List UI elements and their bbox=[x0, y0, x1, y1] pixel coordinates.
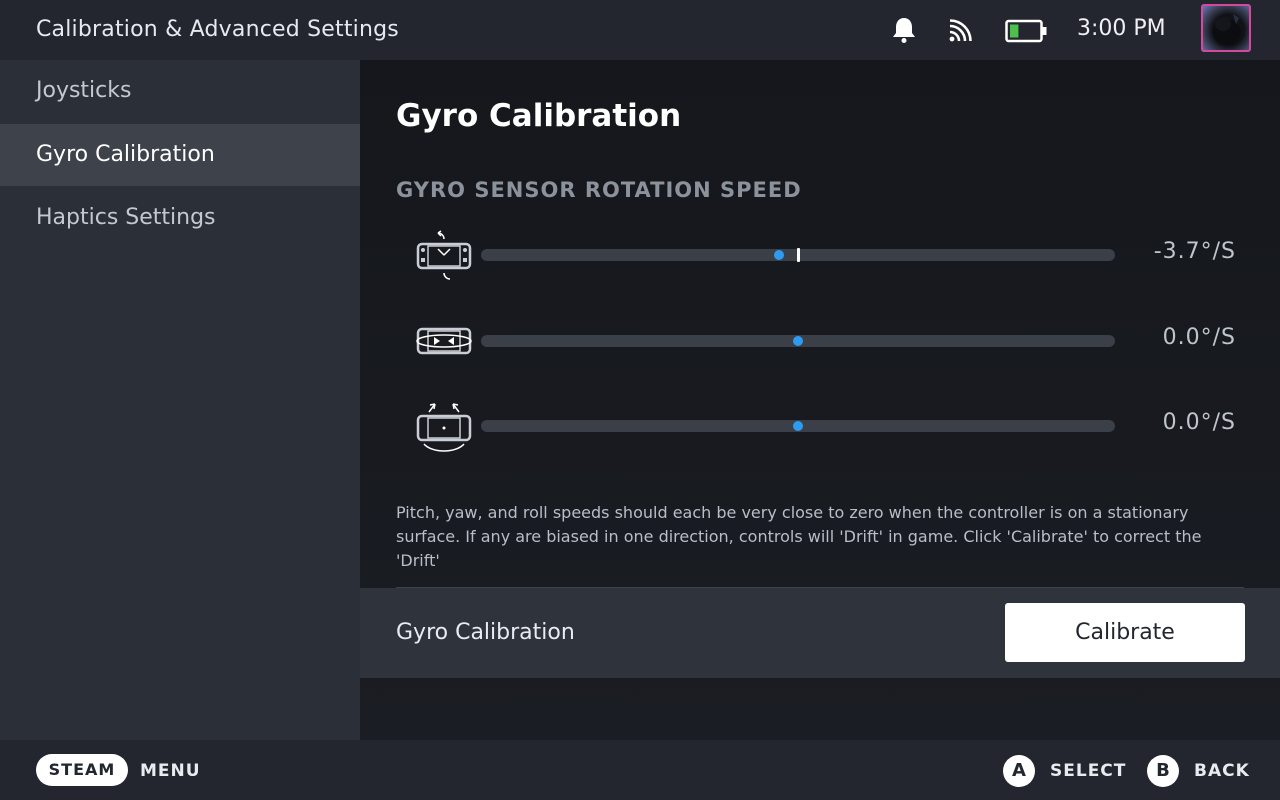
select-label: SELECT bbox=[1050, 761, 1127, 781]
back-label: BACK bbox=[1194, 761, 1250, 781]
sidebar-item-gyro-calibration[interactable]: Gyro Calibration bbox=[0, 124, 360, 186]
zero-center-mark bbox=[797, 248, 800, 262]
gyro-speed-value: 0.0°/S bbox=[1162, 325, 1236, 350]
gyro-speed-indicator bbox=[773, 250, 784, 260]
clock: 3:00 PM bbox=[1077, 16, 1166, 41]
pitch-rotation-icon bbox=[416, 230, 472, 280]
gyro-axis-row-pitch: -3.7°/S bbox=[396, 225, 1236, 285]
steam-button[interactable]: STEAM bbox=[36, 754, 128, 786]
top-bar: Calibration & Advanced Settings 3:00 PM bbox=[0, 0, 1280, 60]
gyro-speed-track bbox=[481, 420, 1115, 432]
help-text: Pitch, yaw, and roll speeds should each … bbox=[396, 503, 1202, 570]
bottom-bar: STEAM MENU A SELECT B BACK bbox=[0, 740, 1280, 800]
calibrate-button[interactable]: Calibrate bbox=[1005, 603, 1245, 662]
gyro-speed-value: -3.7°/S bbox=[1153, 239, 1236, 264]
menu-label: MENU bbox=[140, 761, 201, 781]
gyro-speed-indicator bbox=[793, 421, 803, 431]
section-label: GYRO SENSOR ROTATION SPEED bbox=[396, 178, 802, 202]
app-title: Calibration & Advanced Settings bbox=[36, 17, 399, 42]
gyro-calibration-row: Gyro Calibration Calibrate bbox=[360, 588, 1280, 678]
yaw-rotation-icon bbox=[416, 327, 472, 355]
wifi-icon[interactable] bbox=[948, 19, 972, 43]
b-button-icon[interactable]: B bbox=[1147, 755, 1179, 787]
gyro-speed-value: 0.0°/S bbox=[1162, 410, 1236, 435]
gyro-axis-row-yaw: 0.0°/S bbox=[396, 311, 1236, 371]
main-panel: Gyro Calibration GYRO SENSOR ROTATION SP… bbox=[360, 60, 1280, 740]
sidebar-item-haptics-settings[interactable]: Haptics Settings bbox=[0, 187, 360, 249]
battery-icon[interactable] bbox=[1005, 19, 1047, 43]
a-button-icon[interactable]: A bbox=[1003, 755, 1035, 787]
sidebar-item-joysticks[interactable]: Joysticks bbox=[0, 60, 360, 122]
gyro-speed-indicator bbox=[793, 336, 803, 346]
gyro-speed-track bbox=[481, 248, 1115, 262]
gyro-calibration-label: Gyro Calibration bbox=[396, 620, 575, 645]
avatar-image bbox=[1213, 14, 1241, 45]
roll-rotation-icon bbox=[416, 403, 472, 452]
bell-icon[interactable] bbox=[891, 16, 917, 44]
gyro-speed-track bbox=[481, 335, 1115, 347]
avatar[interactable] bbox=[1201, 4, 1251, 52]
sidebar: Joysticks Gyro Calibration Haptics Setti… bbox=[0, 60, 360, 740]
gyro-axis-row-roll: 0.0°/S bbox=[396, 396, 1236, 456]
page-title: Gyro Calibration bbox=[396, 98, 682, 134]
